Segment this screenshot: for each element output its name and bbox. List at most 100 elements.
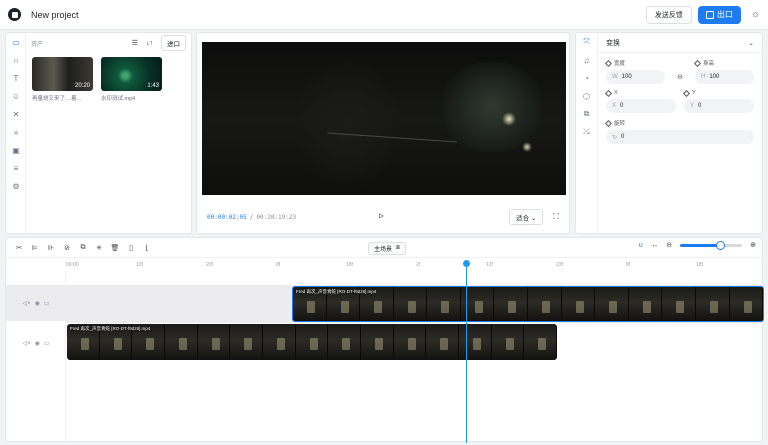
mute-icon[interactable]: ◁× xyxy=(22,300,30,307)
theme-toggle-icon[interactable]: ☼ xyxy=(751,9,760,20)
export-button[interactable]: 出口 xyxy=(697,5,741,24)
track-header-2: ◁× ◉ ▭ xyxy=(6,325,66,361)
text-icon[interactable]: T xyxy=(6,69,26,87)
transition-icon[interactable]: » xyxy=(6,123,26,141)
current-timecode: 00:00:02:05 xyxy=(207,213,247,221)
effects-icon[interactable]: ✕ xyxy=(6,105,26,123)
ruler-tick: 10f xyxy=(136,262,143,268)
delete-icon[interactable]: 🗑 xyxy=(107,244,123,252)
clip-frame xyxy=(361,324,394,360)
audio-note-icon[interactable]: ♫ xyxy=(576,51,597,69)
assets-section-label: 资产 xyxy=(31,41,44,48)
layers-icon: ⧈ xyxy=(396,245,400,251)
ruler-tick: 2f xyxy=(416,262,421,268)
freeze-icon[interactable]: ✳ xyxy=(91,244,107,252)
caption-icon[interactable]: ▣ xyxy=(6,141,26,159)
main-scene-button[interactable]: 主场景 ⧈ xyxy=(368,242,406,255)
fit-dropdown[interactable]: 适合 ⌄ xyxy=(509,209,544,225)
x-field[interactable]: X0 xyxy=(606,99,676,113)
keyframe-icon[interactable] xyxy=(604,119,613,127)
video-clip[interactable]: Fred 再次_声音青蛇 [RO-DT-f9dz8].mp4 xyxy=(67,324,557,360)
align-left-icon[interactable]: ⊫ xyxy=(27,244,43,252)
clip-frame xyxy=(459,324,492,360)
height-field[interactable]: H 100 xyxy=(695,70,754,84)
asset-thumbnail: 20:20 xyxy=(32,57,93,91)
sticker-icon[interactable]: ☺ xyxy=(6,87,26,105)
asset-item[interactable]: 20:20 再量烧又来了:...着... xyxy=(32,57,93,102)
clip-frame xyxy=(197,324,231,360)
zoom-in-icon[interactable]: ⊕ xyxy=(750,241,756,249)
list-view-icon[interactable]: ☰ xyxy=(132,39,138,47)
transform-icon[interactable]: ⤧ xyxy=(576,33,597,51)
time-ruler[interactable]: 00:00 10f 20f 8f 18f 2f 12f 23f 8f 18f xyxy=(66,259,764,271)
clip-frame xyxy=(427,287,461,321)
visibility-icon[interactable]: ◉ xyxy=(35,340,40,347)
fullscreen-icon[interactable]: ⛶ xyxy=(553,212,559,222)
keyframe-icon[interactable] xyxy=(604,59,613,67)
app-logo-icon xyxy=(8,8,21,21)
clip-frame xyxy=(494,287,529,321)
clip-name: Fred 再次_声音青蛇 [RO-DT-f9dz8].mp4 xyxy=(70,326,151,331)
chevron-down-icon[interactable]: ⌄ xyxy=(748,39,754,47)
video-preview[interactable] xyxy=(202,42,566,195)
asset-item[interactable]: 1:43 水印测试.mp4 xyxy=(101,57,162,102)
settings-icon[interactable]: ⚙ xyxy=(6,177,26,195)
split-icon[interactable]: ✂ xyxy=(11,244,27,252)
snap-icon[interactable]: ↔ xyxy=(651,242,658,249)
import-button[interactable]: 进口 xyxy=(161,35,186,51)
magnet-icon[interactable]: ∪ xyxy=(638,241,643,249)
mute-icon[interactable]: ◁× xyxy=(22,340,30,347)
duplicate-icon[interactable]: ⧉ xyxy=(75,244,91,252)
curve-icon[interactable]: ⌊ xyxy=(139,244,155,252)
rotation-field[interactable]: ↻ 0 xyxy=(606,130,754,144)
clip-frame xyxy=(165,324,198,360)
clip-frame xyxy=(491,324,525,360)
keyframe-icon[interactable] xyxy=(693,59,702,67)
folder-icon[interactable]: ▭ xyxy=(6,33,26,51)
zoom-out-icon[interactable]: ⊖ xyxy=(666,241,672,249)
preview-panel: 00:00:02:05 / 00:20:19:23 ▷ 适合 ⌄ ⛶ xyxy=(196,32,570,234)
crop-icon[interactable]: ⧉ xyxy=(576,105,597,123)
clip-frame xyxy=(628,287,663,321)
audio-icon[interactable]: ∩ xyxy=(6,51,26,69)
project-title[interactable]: New project xyxy=(31,10,79,20)
playhead-handle[interactable] xyxy=(463,260,470,267)
zoom-slider[interactable] xyxy=(680,240,743,250)
export-label: 出口 xyxy=(716,10,733,19)
playhead[interactable] xyxy=(463,260,470,443)
clip-frame xyxy=(393,287,428,321)
ruler-tick: 8f xyxy=(276,262,281,268)
link-clip-icon[interactable]: ⊘ xyxy=(59,244,75,252)
clip-frame xyxy=(295,324,329,360)
marker-icon[interactable]: ▯ xyxy=(123,244,139,252)
visibility-icon[interactable]: ◉ xyxy=(35,300,40,307)
width-field[interactable]: W 100 xyxy=(606,70,665,84)
adjust-icon[interactable]: ≡ xyxy=(6,159,26,177)
clip-frame xyxy=(328,324,362,360)
clip-frame xyxy=(528,287,562,321)
asset-name: 再量烧又来了:...着... xyxy=(32,96,82,102)
width-label: 宽度 xyxy=(614,61,626,67)
magic-icon[interactable]: ⤯ xyxy=(576,123,597,141)
x-label: X xyxy=(614,90,618,96)
feedback-button[interactable]: 发送反馈 xyxy=(645,5,692,24)
play-icon[interactable]: ▷ xyxy=(379,211,384,220)
keyframe-icon[interactable] xyxy=(682,89,691,97)
clip-frame xyxy=(263,324,296,360)
align-right-icon[interactable]: ⊪ xyxy=(43,244,59,252)
clip-frame xyxy=(524,324,557,360)
link-icon[interactable]: ⊖ xyxy=(673,53,687,84)
video-track-icon[interactable]: ▭ xyxy=(44,300,50,307)
keyframe-icon[interactable] xyxy=(604,89,613,97)
zoom-slider-handle[interactable] xyxy=(715,240,725,250)
clip-frame xyxy=(595,287,629,321)
speed-icon[interactable]: ◔ xyxy=(576,69,597,87)
asset-duration: 1:43 xyxy=(147,83,159,89)
sort-icon[interactable]: ↓↑ xyxy=(146,40,153,47)
mask-icon[interactable]: ⬡ xyxy=(576,87,597,105)
video-clip[interactable]: Fred 再次_声音青蛇 [RO-DT-f9dz8].mp4 xyxy=(292,286,764,322)
export-icon xyxy=(705,10,714,19)
video-track-icon[interactable]: ▭ xyxy=(44,340,50,347)
ruler-tick: 20f xyxy=(206,262,213,268)
y-field[interactable]: Y0 xyxy=(684,99,754,113)
